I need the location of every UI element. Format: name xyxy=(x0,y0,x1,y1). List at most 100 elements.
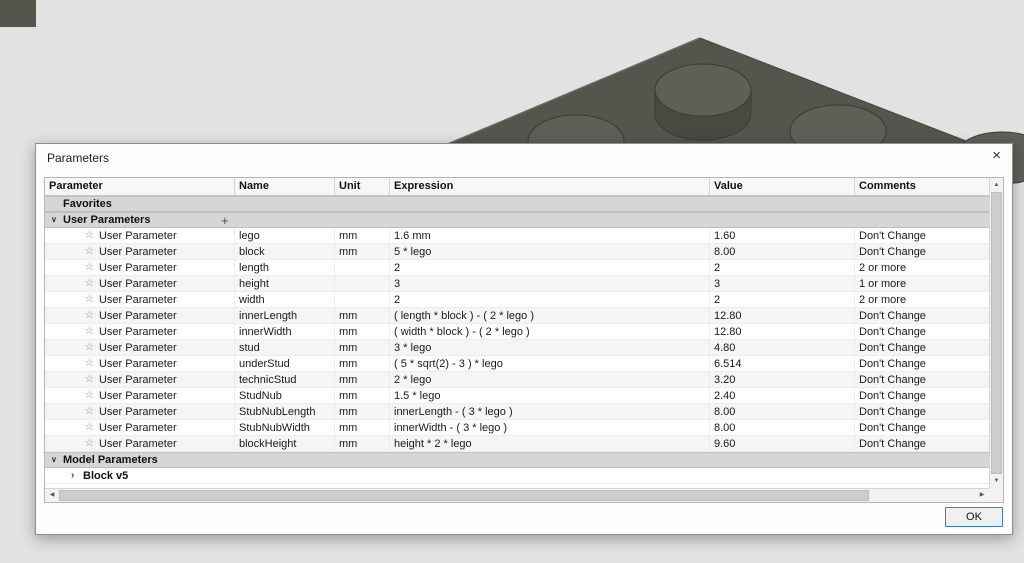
value-cell[interactable]: 8.00 xyxy=(710,404,855,419)
favorite-star-icon[interactable]: ☆ xyxy=(85,324,94,339)
name-cell[interactable]: StubNubLength xyxy=(235,404,335,419)
parameter-row-stud[interactable]: ☆ User Parameter stud mm 3 * lego 4.80 Don't C… xyxy=(45,340,991,356)
ok-button[interactable]: OK xyxy=(945,507,1003,527)
value-cell[interactable]: 4.80 xyxy=(710,340,855,355)
expression-cell[interactable]: 5 * lego xyxy=(390,244,710,259)
chevron-down-icon[interactable]: ∨ xyxy=(51,212,63,228)
value-cell[interactable]: 12.80 xyxy=(710,324,855,339)
value-cell[interactable]: 2.40 xyxy=(710,388,855,403)
unit-cell[interactable]: mm xyxy=(335,436,390,451)
horizontal-scrollbar-thumb[interactable] xyxy=(59,490,869,501)
chevron-down-icon[interactable]: ∨ xyxy=(51,452,63,468)
column-header-parameter[interactable]: Parameter xyxy=(45,178,235,195)
favorite-star-icon[interactable]: ☆ xyxy=(85,244,94,259)
favorite-star-icon[interactable]: ☆ xyxy=(85,420,94,435)
favorite-star-icon[interactable]: ☆ xyxy=(85,228,94,243)
expression-cell[interactable]: 3 xyxy=(390,276,710,291)
value-cell[interactable]: 8.00 xyxy=(710,420,855,435)
favorite-star-icon[interactable]: ☆ xyxy=(85,292,94,307)
unit-cell[interactable]: mm xyxy=(335,404,390,419)
comments-cell[interactable]: 1 or more xyxy=(855,276,991,291)
unit-cell[interactable]: mm xyxy=(335,420,390,435)
column-header-value[interactable]: Value xyxy=(710,178,855,195)
expression-cell[interactable]: height * 2 * lego xyxy=(390,436,710,451)
value-cell[interactable]: 2 xyxy=(710,292,855,307)
name-cell[interactable]: lego xyxy=(235,228,335,243)
name-cell[interactable]: length xyxy=(235,260,335,275)
expression-cell[interactable]: 1.6 mm xyxy=(390,228,710,243)
expression-cell[interactable]: ( width * block ) - ( 2 * lego ) xyxy=(390,324,710,339)
column-header-name[interactable]: Name xyxy=(235,178,335,195)
name-cell[interactable]: height xyxy=(235,276,335,291)
value-cell[interactable]: 8.00 xyxy=(710,244,855,259)
favorite-star-icon[interactable]: ☆ xyxy=(85,356,94,371)
group-row-user-parameters[interactable]: ∨ User Parameters + xyxy=(45,212,991,228)
parameter-row-technicstud[interactable]: ☆ User Parameter technicStud mm 2 * lego 3.20… xyxy=(45,372,991,388)
comments-cell[interactable]: Don't Change xyxy=(855,372,991,387)
expression-cell[interactable]: 3 * lego xyxy=(390,340,710,355)
comments-cell[interactable]: Don't Change xyxy=(855,420,991,435)
value-cell[interactable]: 2 xyxy=(710,260,855,275)
unit-cell[interactable]: mm xyxy=(335,308,390,323)
scroll-left-icon[interactable]: ◀ xyxy=(45,489,59,502)
value-cell[interactable]: 1.60 xyxy=(710,228,855,243)
parameter-row-block[interactable]: ☆ User Parameter block mm 5 * lego 8.00 Don't … xyxy=(45,244,991,260)
expression-cell[interactable]: 1.5 * lego xyxy=(390,388,710,403)
parameter-row-width[interactable]: ☆ User Parameter width 2 2 2 or more xyxy=(45,292,991,308)
comments-cell[interactable]: Don't Change xyxy=(855,404,991,419)
expression-cell[interactable]: 2 xyxy=(390,292,710,307)
add-parameter-icon[interactable]: + xyxy=(221,213,229,228)
name-cell[interactable]: underStud xyxy=(235,356,335,371)
name-cell[interactable]: innerLength xyxy=(235,308,335,323)
name-cell[interactable]: StudNub xyxy=(235,388,335,403)
unit-cell[interactable]: mm xyxy=(335,244,390,259)
unit-cell[interactable]: mm xyxy=(335,388,390,403)
unit-cell[interactable]: mm xyxy=(335,324,390,339)
name-cell[interactable]: StubNubWidth xyxy=(235,420,335,435)
column-header-expression[interactable]: Expression xyxy=(390,178,710,195)
group-row-favorites[interactable]: Favorites xyxy=(45,196,991,212)
expression-cell[interactable]: 2 * lego xyxy=(390,372,710,387)
name-cell[interactable]: innerWidth xyxy=(235,324,335,339)
expression-cell[interactable]: ( length * block ) - ( 2 * lego ) xyxy=(390,308,710,323)
chevron-right-icon[interactable]: › xyxy=(71,468,83,484)
parameter-row-lego[interactable]: ☆ User Parameter lego mm 1.6 mm 1.60 Don't Cha… xyxy=(45,228,991,244)
value-cell[interactable]: 3.20 xyxy=(710,372,855,387)
unit-cell[interactable] xyxy=(335,260,390,275)
name-cell[interactable]: width xyxy=(235,292,335,307)
favorite-star-icon[interactable]: ☆ xyxy=(85,276,94,291)
parameter-row-studnub[interactable]: ☆ User Parameter StudNub mm 1.5 * lego 2.40 Do… xyxy=(45,388,991,404)
unit-cell[interactable] xyxy=(335,276,390,291)
unit-cell[interactable]: mm xyxy=(335,356,390,371)
horizontal-scrollbar[interactable]: ◀ ▶ xyxy=(45,488,989,502)
value-cell[interactable]: 6.514 xyxy=(710,356,855,371)
name-cell[interactable]: blockHeight xyxy=(235,436,335,451)
unit-cell[interactable]: mm xyxy=(335,228,390,243)
expression-cell[interactable]: 2 xyxy=(390,260,710,275)
scroll-up-icon[interactable]: ▲ xyxy=(990,178,1003,192)
parameter-row-stubnublength[interactable]: ☆ User Parameter StubNubLength mm innerLengt… xyxy=(45,404,991,420)
parameter-row-innerlength[interactable]: ☆ User Parameter innerLength mm( length * b… xyxy=(45,308,991,324)
favorite-star-icon[interactable]: ☆ xyxy=(85,388,94,403)
expression-cell[interactable]: ( 5 * sqrt(2) - 3 ) * lego xyxy=(390,356,710,371)
comments-cell[interactable]: Don't Change xyxy=(855,340,991,355)
parameter-row-stubnubwidth[interactable]: ☆ User Parameter StubNubWidth mm innerWidth … xyxy=(45,420,991,436)
favorite-star-icon[interactable]: ☆ xyxy=(85,436,94,451)
comments-cell[interactable]: Don't Change xyxy=(855,356,991,371)
comments-cell[interactable]: 2 or more xyxy=(855,260,991,275)
comments-cell[interactable]: Don't Change xyxy=(855,388,991,403)
favorite-star-icon[interactable]: ☆ xyxy=(85,340,94,355)
value-cell[interactable]: 12.80 xyxy=(710,308,855,323)
comments-cell[interactable]: Don't Change xyxy=(855,436,991,451)
parameter-row-height[interactable]: ☆ User Parameter height 3 3 1 or more xyxy=(45,276,991,292)
unit-cell[interactable] xyxy=(335,292,390,307)
model-row-block-v5[interactable]: › Block v5 xyxy=(45,468,991,484)
parameter-row-innerwidth[interactable]: ☆ User Parameter innerWidth mm( width * blo… xyxy=(45,324,991,340)
name-cell[interactable]: block xyxy=(235,244,335,259)
favorite-star-icon[interactable]: ☆ xyxy=(85,308,94,323)
value-cell[interactable]: 9.60 xyxy=(710,436,855,451)
parameter-row-length[interactable]: ☆ User Parameter length 2 2 2 or more xyxy=(45,260,991,276)
scroll-right-icon[interactable]: ▶ xyxy=(975,489,989,502)
column-header-unit[interactable]: Unit xyxy=(335,178,390,195)
unit-cell[interactable]: mm xyxy=(335,340,390,355)
